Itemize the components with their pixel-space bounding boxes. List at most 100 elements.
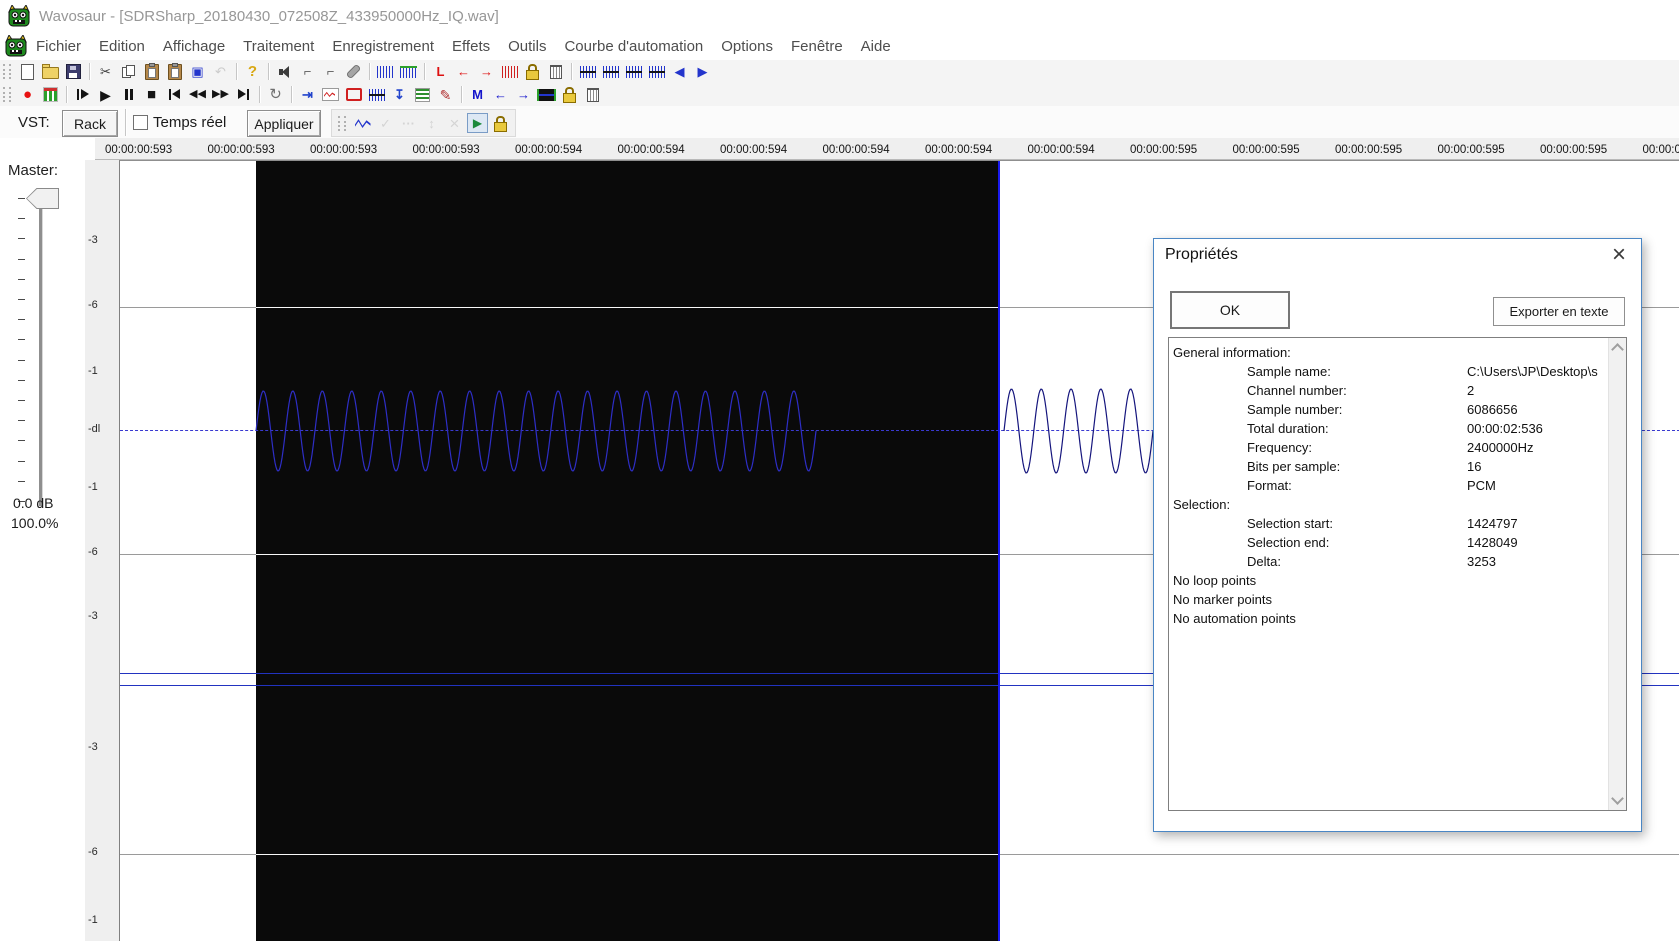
marker-lock-icon[interactable]	[559, 85, 580, 105]
loop-go-end-icon[interactable]: →	[476, 62, 497, 82]
marker-region-play-icon[interactable]	[536, 85, 557, 105]
help-icon[interactable]: ?	[242, 62, 263, 82]
toolbar-grip[interactable]	[338, 115, 346, 131]
vst-rack-button[interactable]: Rack	[62, 110, 118, 137]
menu-item-outils[interactable]: Outils	[499, 34, 555, 59]
stop-icon[interactable]: ■	[141, 85, 162, 105]
cursor-next-icon[interactable]: ▶	[692, 62, 713, 82]
cursor-previous-icon[interactable]: ◀	[669, 62, 690, 82]
db-scale-label: -1	[88, 914, 98, 926]
automation-lock-icon[interactable]	[490, 113, 511, 133]
copy-icon[interactable]	[118, 62, 139, 82]
property-label: Selection start:	[1247, 516, 1333, 531]
selection-bounds-icon[interactable]	[646, 62, 667, 82]
monitor-levels-icon[interactable]	[40, 85, 61, 105]
routing-b-icon[interactable]: ⌐	[320, 62, 341, 82]
save-file-icon[interactable]	[63, 62, 84, 82]
ok-button[interactable]: OK	[1170, 291, 1290, 329]
master-slider-track[interactable]	[39, 196, 42, 506]
paste-insert-icon[interactable]	[164, 62, 185, 82]
menu-item-enregistrement[interactable]: Enregistrement	[323, 34, 443, 59]
marker-delete-icon[interactable]	[582, 85, 603, 105]
toolbar-grip[interactable]	[3, 64, 11, 79]
selection-start-snap-icon[interactable]	[600, 62, 621, 82]
crop-selection-icon[interactable]: ▣	[187, 62, 208, 82]
audio-settings-icon[interactable]	[274, 62, 295, 82]
automation-preview-play-icon[interactable]: ▶	[467, 113, 488, 133]
configuration-wrench-icon[interactable]	[343, 62, 364, 82]
loop-start-set-icon[interactable]: L	[430, 62, 451, 82]
go-to-start-icon[interactable]	[164, 85, 185, 105]
routing-a-icon[interactable]: ⌐	[297, 62, 318, 82]
pencil-edit-icon[interactable]: ✎	[435, 85, 456, 105]
marker-list-icon[interactable]	[412, 85, 433, 105]
loop-delete-icon[interactable]	[545, 62, 566, 82]
menu-item-effets[interactable]: Effets	[443, 34, 499, 59]
marker-previous-icon[interactable]: ←	[490, 85, 511, 105]
insert-silence-icon[interactable]: ↧	[389, 85, 410, 105]
automation-validate-icon[interactable]: ✓	[375, 113, 396, 133]
marker-next-icon[interactable]: →	[513, 85, 534, 105]
region-markers-icon[interactable]	[366, 85, 387, 105]
loop-go-start-icon[interactable]: ←	[453, 62, 474, 82]
zoom-selection-icon[interactable]	[577, 62, 598, 82]
undo-icon[interactable]: ↶	[210, 62, 231, 82]
scrollbar[interactable]	[1608, 338, 1626, 810]
slider-tick	[18, 319, 25, 321]
scroll-down-icon[interactable]	[1611, 792, 1624, 805]
ruler-label: 00:00:00:594	[925, 144, 993, 156]
menu-item-traitement[interactable]: Traitement	[234, 34, 323, 59]
menu-item-affichage[interactable]: Affichage	[154, 34, 234, 59]
new-file-icon[interactable]	[17, 62, 38, 82]
close-icon[interactable]: ×	[1603, 240, 1635, 270]
automation-clear-icon[interactable]: ×	[444, 113, 465, 133]
property-value: 2	[1467, 383, 1475, 398]
cut-icon[interactable]: ✂	[95, 62, 116, 82]
go-to-end-icon[interactable]	[233, 85, 254, 105]
loop-playback-icon[interactable]: ↻	[265, 85, 286, 105]
property-label: Sample number:	[1247, 402, 1343, 417]
property-value: 1428049	[1467, 535, 1518, 550]
menu-item-fichier[interactable]: Fichier	[27, 34, 90, 59]
selection-end-snap-icon[interactable]	[623, 62, 644, 82]
time-ruler[interactable]: 00:00:00:593 00:00:00:593 00:00:00:593 00:0…	[0, 138, 1679, 160]
document-system-menu-icon[interactable]	[5, 35, 27, 57]
export-to-document-icon[interactable]: ⇥	[297, 85, 318, 105]
menu-item-options[interactable]: Options	[712, 34, 782, 59]
marker-set-icon[interactable]: M	[467, 85, 488, 105]
open-file-icon[interactable]	[40, 62, 61, 82]
text-marker-icon[interactable]	[343, 85, 364, 105]
waveform-overview-icon[interactable]	[398, 62, 419, 82]
waveform-zoom-icon[interactable]	[375, 62, 396, 82]
rewind-icon[interactable]: ◀◀	[187, 85, 208, 105]
properties-list[interactable]: General information: Sample name: C:\Users…	[1168, 337, 1627, 811]
property-row: Selection end: 1428049	[1173, 533, 1626, 552]
property-label: Total duration:	[1247, 421, 1329, 436]
pause-icon[interactable]	[118, 85, 139, 105]
toolbar-grip[interactable]	[3, 87, 11, 102]
loop-lock-icon[interactable]	[522, 62, 543, 82]
automation-points-icon[interactable]: ···	[398, 113, 419, 133]
menu-item-courbe-d-automation[interactable]: Courbe d'automation	[555, 34, 712, 59]
menu-item-aide[interactable]: Aide	[852, 34, 900, 59]
statistics-icon[interactable]	[320, 85, 341, 105]
export-text-button[interactable]: Exporter en texte	[1493, 297, 1625, 326]
record-icon[interactable]: ●	[17, 85, 38, 105]
vst-apply-button[interactable]: Appliquer	[247, 110, 321, 137]
paste-icon[interactable]	[141, 62, 162, 82]
scroll-up-icon[interactable]	[1611, 343, 1624, 356]
play-from-cursor-icon[interactable]	[72, 85, 93, 105]
time-ruler-strip[interactable]: 00:00:00:593 00:00:00:593 00:00:00:593 00:0…	[95, 138, 1679, 160]
play-icon[interactable]: ▶	[95, 85, 116, 105]
db-scale-label: -6	[88, 546, 98, 558]
automation-curve-icon[interactable]	[352, 113, 373, 133]
realtime-checkbox[interactable]	[133, 115, 148, 130]
fast-forward-icon[interactable]: ▶▶	[210, 85, 231, 105]
slider-tick	[18, 440, 25, 442]
ruler-label: 00:00:00:594	[515, 144, 583, 156]
loop-region-icon[interactable]	[499, 62, 520, 82]
menu-item-edition[interactable]: Edition	[90, 34, 154, 59]
automation-scale-icon[interactable]: ↕	[421, 113, 442, 133]
master-slider-handle[interactable]	[26, 188, 59, 209]
menu-item-fen-tre[interactable]: Fenêtre	[782, 34, 852, 59]
